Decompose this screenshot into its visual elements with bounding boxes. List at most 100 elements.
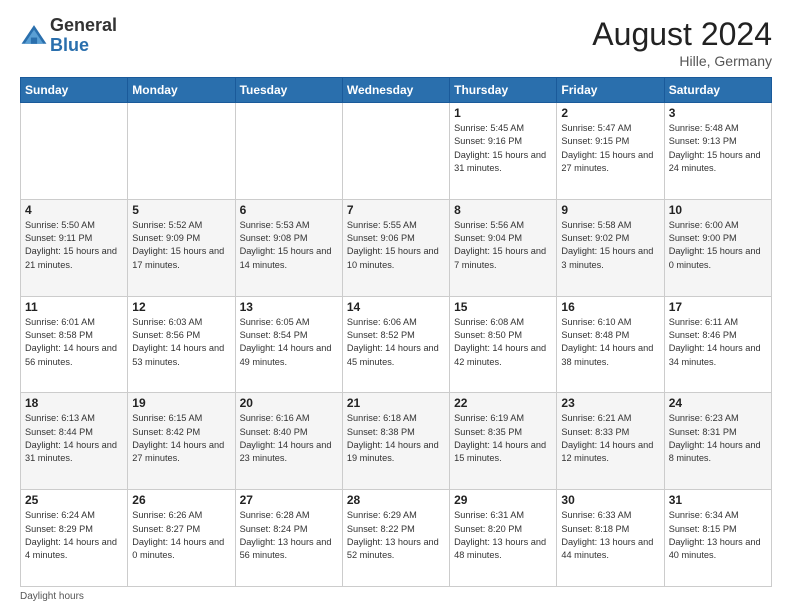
day-number: 24 [669, 396, 767, 410]
day-number: 18 [25, 396, 123, 410]
day-info: Sunrise: 5:58 AMSunset: 9:02 PMDaylight:… [561, 219, 659, 272]
day-number: 7 [347, 203, 445, 217]
calendar-cell: 26 Sunrise: 6:26 AMSunset: 8:27 PMDaylig… [128, 490, 235, 587]
calendar-week-row: 18 Sunrise: 6:13 AMSunset: 8:44 PMDaylig… [21, 393, 772, 490]
day-info: Sunrise: 6:34 AMSunset: 8:15 PMDaylight:… [669, 509, 767, 562]
calendar-col-header: Monday [128, 78, 235, 103]
day-info: Sunrise: 6:19 AMSunset: 8:35 PMDaylight:… [454, 412, 552, 465]
day-number: 25 [25, 493, 123, 507]
day-number: 11 [25, 300, 123, 314]
day-info: Sunrise: 5:50 AMSunset: 9:11 PMDaylight:… [25, 219, 123, 272]
calendar-cell: 31 Sunrise: 6:34 AMSunset: 8:15 PMDaylig… [664, 490, 771, 587]
calendar-cell: 2 Sunrise: 5:47 AMSunset: 9:15 PMDayligh… [557, 103, 664, 200]
day-info: Sunrise: 6:05 AMSunset: 8:54 PMDaylight:… [240, 316, 338, 369]
calendar-cell [342, 103, 449, 200]
day-info: Sunrise: 6:24 AMSunset: 8:29 PMDaylight:… [25, 509, 123, 562]
day-number: 31 [669, 493, 767, 507]
logo-general: General [50, 16, 117, 36]
day-info: Sunrise: 5:56 AMSunset: 9:04 PMDaylight:… [454, 219, 552, 272]
day-number: 23 [561, 396, 659, 410]
day-info: Sunrise: 6:23 AMSunset: 8:31 PMDaylight:… [669, 412, 767, 465]
day-info: Sunrise: 6:16 AMSunset: 8:40 PMDaylight:… [240, 412, 338, 465]
calendar-cell: 18 Sunrise: 6:13 AMSunset: 8:44 PMDaylig… [21, 393, 128, 490]
calendar-cell: 17 Sunrise: 6:11 AMSunset: 8:46 PMDaylig… [664, 296, 771, 393]
day-number: 3 [669, 106, 767, 120]
calendar-cell [21, 103, 128, 200]
calendar-cell: 9 Sunrise: 5:58 AMSunset: 9:02 PMDayligh… [557, 199, 664, 296]
logo-text: General Blue [50, 16, 117, 56]
day-info: Sunrise: 6:29 AMSunset: 8:22 PMDaylight:… [347, 509, 445, 562]
calendar-cell: 11 Sunrise: 6:01 AMSunset: 8:58 PMDaylig… [21, 296, 128, 393]
logo: General Blue [20, 16, 117, 56]
day-number: 21 [347, 396, 445, 410]
day-number: 19 [132, 396, 230, 410]
day-info: Sunrise: 6:21 AMSunset: 8:33 PMDaylight:… [561, 412, 659, 465]
calendar-cell: 6 Sunrise: 5:53 AMSunset: 9:08 PMDayligh… [235, 199, 342, 296]
calendar-cell: 25 Sunrise: 6:24 AMSunset: 8:29 PMDaylig… [21, 490, 128, 587]
day-info: Sunrise: 6:03 AMSunset: 8:56 PMDaylight:… [132, 316, 230, 369]
footer-note: Daylight hours [20, 591, 772, 602]
day-info: Sunrise: 6:33 AMSunset: 8:18 PMDaylight:… [561, 509, 659, 562]
calendar-cell [128, 103, 235, 200]
day-info: Sunrise: 5:47 AMSunset: 9:15 PMDaylight:… [561, 122, 659, 175]
month-year: August 2024 [592, 16, 772, 53]
calendar-week-row: 4 Sunrise: 5:50 AMSunset: 9:11 PMDayligh… [21, 199, 772, 296]
day-number: 16 [561, 300, 659, 314]
day-number: 8 [454, 203, 552, 217]
day-number: 26 [132, 493, 230, 507]
day-info: Sunrise: 6:11 AMSunset: 8:46 PMDaylight:… [669, 316, 767, 369]
day-number: 10 [669, 203, 767, 217]
day-info: Sunrise: 6:15 AMSunset: 8:42 PMDaylight:… [132, 412, 230, 465]
page: General Blue August 2024 Hille, Germany … [0, 0, 792, 612]
calendar-cell: 5 Sunrise: 5:52 AMSunset: 9:09 PMDayligh… [128, 199, 235, 296]
calendar-cell: 14 Sunrise: 6:06 AMSunset: 8:52 PMDaylig… [342, 296, 449, 393]
calendar-cell: 15 Sunrise: 6:08 AMSunset: 8:50 PMDaylig… [450, 296, 557, 393]
calendar-cell: 10 Sunrise: 6:00 AMSunset: 9:00 PMDaylig… [664, 199, 771, 296]
calendar-cell [235, 103, 342, 200]
day-number: 14 [347, 300, 445, 314]
day-number: 29 [454, 493, 552, 507]
day-info: Sunrise: 5:45 AMSunset: 9:16 PMDaylight:… [454, 122, 552, 175]
calendar-cell: 21 Sunrise: 6:18 AMSunset: 8:38 PMDaylig… [342, 393, 449, 490]
day-number: 28 [347, 493, 445, 507]
calendar-cell: 8 Sunrise: 5:56 AMSunset: 9:04 PMDayligh… [450, 199, 557, 296]
day-info: Sunrise: 5:55 AMSunset: 9:06 PMDaylight:… [347, 219, 445, 272]
day-number: 4 [25, 203, 123, 217]
calendar-col-header: Sunday [21, 78, 128, 103]
calendar-header-row: SundayMondayTuesdayWednesdayThursdayFrid… [21, 78, 772, 103]
day-info: Sunrise: 5:53 AMSunset: 9:08 PMDaylight:… [240, 219, 338, 272]
day-info: Sunrise: 6:00 AMSunset: 9:00 PMDaylight:… [669, 219, 767, 272]
calendar-cell: 12 Sunrise: 6:03 AMSunset: 8:56 PMDaylig… [128, 296, 235, 393]
calendar-week-row: 11 Sunrise: 6:01 AMSunset: 8:58 PMDaylig… [21, 296, 772, 393]
day-info: Sunrise: 6:10 AMSunset: 8:48 PMDaylight:… [561, 316, 659, 369]
day-info: Sunrise: 6:31 AMSunset: 8:20 PMDaylight:… [454, 509, 552, 562]
calendar-week-row: 1 Sunrise: 5:45 AMSunset: 9:16 PMDayligh… [21, 103, 772, 200]
day-number: 12 [132, 300, 230, 314]
calendar-cell: 7 Sunrise: 5:55 AMSunset: 9:06 PMDayligh… [342, 199, 449, 296]
calendar-col-header: Wednesday [342, 78, 449, 103]
calendar-cell: 13 Sunrise: 6:05 AMSunset: 8:54 PMDaylig… [235, 296, 342, 393]
header: General Blue August 2024 Hille, Germany [20, 16, 772, 69]
day-info: Sunrise: 6:13 AMSunset: 8:44 PMDaylight:… [25, 412, 123, 465]
day-info: Sunrise: 6:08 AMSunset: 8:50 PMDaylight:… [454, 316, 552, 369]
calendar-col-header: Thursday [450, 78, 557, 103]
calendar-cell: 16 Sunrise: 6:10 AMSunset: 8:48 PMDaylig… [557, 296, 664, 393]
calendar-cell: 30 Sunrise: 6:33 AMSunset: 8:18 PMDaylig… [557, 490, 664, 587]
day-number: 9 [561, 203, 659, 217]
calendar-cell: 24 Sunrise: 6:23 AMSunset: 8:31 PMDaylig… [664, 393, 771, 490]
logo-icon [20, 22, 48, 50]
calendar-col-header: Friday [557, 78, 664, 103]
calendar-col-header: Tuesday [235, 78, 342, 103]
day-info: Sunrise: 6:06 AMSunset: 8:52 PMDaylight:… [347, 316, 445, 369]
day-info: Sunrise: 6:01 AMSunset: 8:58 PMDaylight:… [25, 316, 123, 369]
logo-blue: Blue [50, 36, 117, 56]
calendar-week-row: 25 Sunrise: 6:24 AMSunset: 8:29 PMDaylig… [21, 490, 772, 587]
day-number: 5 [132, 203, 230, 217]
day-number: 17 [669, 300, 767, 314]
location: Hille, Germany [592, 53, 772, 69]
calendar-cell: 29 Sunrise: 6:31 AMSunset: 8:20 PMDaylig… [450, 490, 557, 587]
title-section: August 2024 Hille, Germany [592, 16, 772, 69]
day-info: Sunrise: 6:26 AMSunset: 8:27 PMDaylight:… [132, 509, 230, 562]
calendar-cell: 19 Sunrise: 6:15 AMSunset: 8:42 PMDaylig… [128, 393, 235, 490]
day-info: Sunrise: 6:18 AMSunset: 8:38 PMDaylight:… [347, 412, 445, 465]
